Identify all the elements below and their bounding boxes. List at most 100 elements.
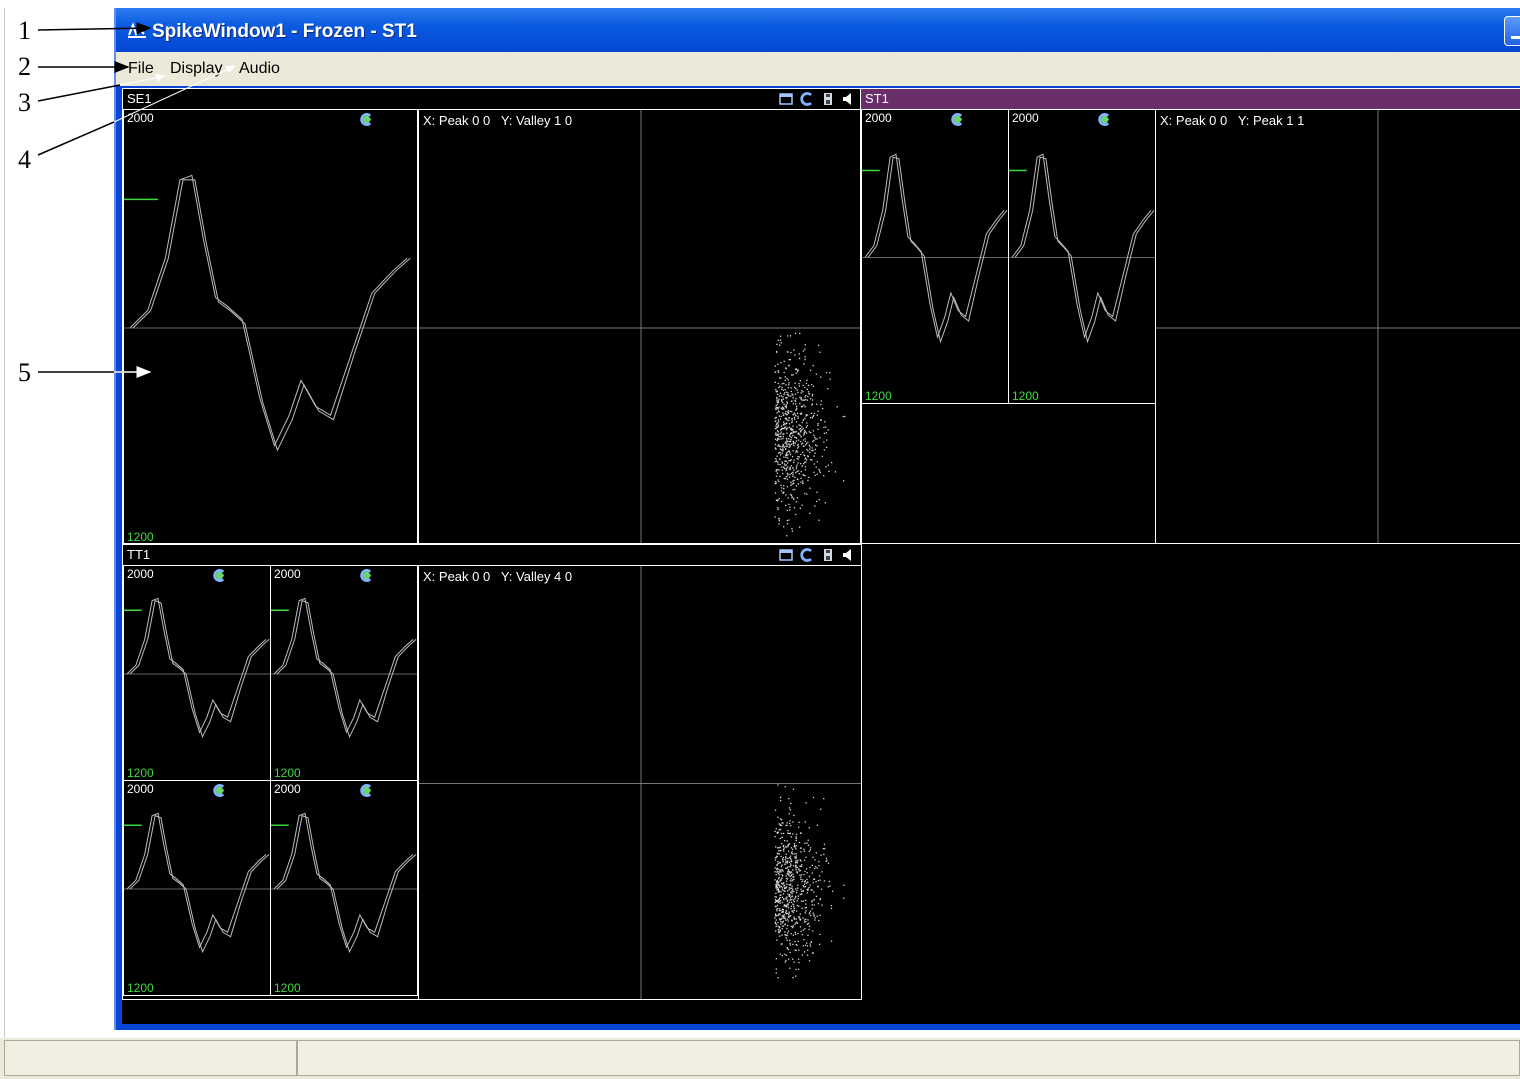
scatter-y-label: Y: Valley 4 0 (500, 569, 573, 584)
y-max-label: 2000 (127, 111, 154, 125)
spike-waveform (126, 597, 267, 734)
arrow-up-button[interactable] (952, 112, 984, 128)
arrow-up-button[interactable] (214, 783, 246, 799)
y-max-label: 2000 (865, 111, 892, 125)
menu-display[interactable]: Display (170, 60, 222, 78)
callout-2: 2 (18, 52, 31, 81)
clear-button[interactable] (213, 568, 266, 584)
clear-button[interactable] (360, 783, 413, 799)
title-bar[interactable]: SpikeWindow1 - Frozen - ST1 (116, 8, 1520, 52)
se1-scatter-plot[interactable]: X: Peak 0 0 Y: Valley 1 0 (418, 109, 861, 543)
spike-cluster (774, 332, 846, 537)
y-max-label: 2000 (127, 782, 154, 796)
clear-button[interactable] (1098, 112, 1151, 128)
panel-se1-header: SE1 (123, 89, 861, 110)
client-area: SE1 2000 1200 X: Peak 0 0 Y: Valley 1 0 S… (122, 88, 1520, 1024)
menu-bar: File Display Audio (116, 52, 1520, 86)
waveform-trace (862, 153, 1008, 344)
panel-se1[interactable]: SE1 2000 1200 X: Peak 0 0 Y: Valley 1 0 (122, 88, 862, 544)
st1-scatter-plot[interactable]: X: Peak 0 0 Y: Peak 1 1 (1155, 109, 1520, 543)
callout-arrow-3 (37, 84, 121, 102)
tt1-scatter-plot[interactable]: X: Peak 0 0 Y: Valley 4 0 (418, 565, 861, 999)
y-min-label: 1200 (865, 389, 892, 403)
save-button[interactable] (820, 90, 836, 107)
speaker-icon (843, 92, 851, 105)
st1-waveform-ch2[interactable]: 2000 1200 (1008, 109, 1156, 404)
st1-waveform-ch1[interactable]: 2000 1200 (861, 109, 1009, 404)
scatter-axis-labels: X: Peak 0 0 Y: Valley 1 0 (423, 113, 572, 128)
clear-icon (1098, 113, 1110, 126)
se1-waveform-ch1[interactable]: 2000 1200 (123, 109, 418, 543)
clear-icon (951, 113, 963, 126)
y-min-label: 1200 (127, 981, 154, 995)
scatter-axis-labels: X: Peak 0 0 Y: Peak 1 1 (1160, 113, 1304, 128)
clear-icon (213, 569, 225, 582)
callout-5: 5 (18, 358, 31, 387)
menu-audio[interactable]: Audio (239, 60, 280, 78)
spike-waveform (129, 814, 270, 954)
window-button[interactable] (778, 90, 794, 107)
menu-file[interactable]: File (128, 60, 154, 78)
panel-st1-header: ST1 (861, 89, 1520, 110)
waveform-trace (124, 812, 270, 954)
speaker-button[interactable] (841, 90, 857, 107)
panel-st1-label: ST1 (865, 91, 889, 106)
panel-tt1[interactable]: TT1 2000 1200 2000 1200 2000 1200 2000 1200 … (122, 544, 862, 1000)
clear-icon (360, 569, 372, 582)
clear-button[interactable] (360, 112, 413, 128)
minimize-icon (1511, 36, 1520, 39)
y-max-label: 2000 (127, 567, 154, 581)
save-button[interactable] (820, 546, 836, 563)
clear-button[interactable] (213, 783, 266, 799)
arrow-up-button[interactable] (214, 568, 246, 584)
arrow-up-button[interactable] (361, 112, 393, 128)
clear-icon (800, 547, 812, 562)
panel-st1[interactable]: ST1 2000 1200 2000 1200 X: Peak 0 0 Y: Pea… (860, 88, 1520, 544)
clear-button[interactable] (799, 546, 815, 563)
spike-waveform (864, 153, 1005, 339)
tt1-waveform-ch3[interactable]: 2000 1200 (123, 780, 271, 996)
clear-button[interactable] (360, 568, 413, 584)
left-frame-edge (4, 8, 5, 1038)
scatter-y-label: Y: Peak 1 1 (1237, 113, 1305, 128)
waveform-trace (124, 597, 270, 739)
scatter-x-label: X: Peak 0 0 (423, 113, 491, 128)
status-pane-2 (297, 1040, 1520, 1076)
save-icon (824, 92, 832, 105)
tt1-waveform-ch4[interactable]: 2000 1200 (270, 780, 418, 996)
spike-waveform (273, 812, 414, 949)
waveform-trace (271, 812, 417, 954)
y-max-label: 2000 (1012, 111, 1039, 125)
arrow-up-button[interactable] (361, 783, 393, 799)
clear-icon (360, 784, 372, 797)
spike-waveform (273, 597, 414, 734)
arrow-up-button[interactable] (361, 568, 393, 584)
clear-button[interactable] (951, 112, 1004, 128)
y-max-label: 2000 (274, 782, 301, 796)
callout-arrow-4 (37, 121, 115, 156)
scatter-x-label: X: Peak 0 0 (1160, 113, 1228, 128)
clear-icon (800, 91, 812, 106)
speaker-button[interactable] (841, 546, 857, 563)
arrow-up-button[interactable] (1099, 112, 1131, 128)
speaker-icon (843, 548, 851, 561)
window-title: SpikeWindow1 - Frozen - ST1 (152, 21, 417, 42)
y-min-label: 1200 (274, 766, 301, 780)
tt1-waveform-ch2[interactable]: 2000 1200 (270, 565, 418, 781)
minimize-button[interactable] (1504, 16, 1520, 46)
scatter-axis-labels: X: Peak 0 0 Y: Valley 4 0 (423, 569, 572, 584)
clear-icon (360, 113, 372, 126)
clear-button[interactable] (799, 90, 815, 107)
scatter-x-label: X: Peak 0 0 (423, 569, 491, 584)
spike-waveform (867, 156, 1008, 344)
panel-se1-label: SE1 (127, 91, 152, 106)
spike-waveform (1011, 153, 1152, 339)
window-button[interactable] (778, 546, 794, 563)
spike-waveform (126, 812, 267, 949)
scatter-area (419, 566, 861, 999)
status-pane-1 (4, 1040, 297, 1076)
spike-window: SpikeWindow1 - Frozen - ST1 File Display… (114, 8, 1520, 1030)
spike-waveform (129, 599, 270, 739)
tt1-waveform-ch1[interactable]: 2000 1200 (123, 565, 271, 781)
waveform-trace (271, 597, 417, 739)
